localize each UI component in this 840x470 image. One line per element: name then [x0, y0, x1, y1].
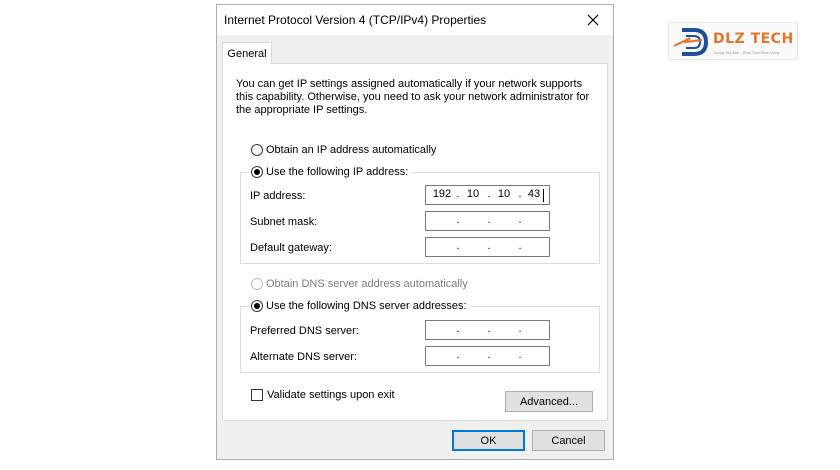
radio-obtain-ip-auto-label: Obtain an IP address automatically — [266, 144, 437, 156]
octet-separator: . — [487, 214, 491, 226]
radio-obtain-dns-auto: Obtain DNS server address automatically — [251, 278, 468, 290]
octet-separator: . — [518, 240, 522, 252]
dns-server-group: Use the following DNS server addresses: … — [240, 300, 600, 373]
validate-settings-checkbox-row[interactable]: Validate settings upon exit — [251, 389, 395, 401]
text-caret — [543, 189, 544, 202]
ip-octet-2: 10 — [466, 188, 480, 200]
radio-button — [251, 278, 263, 290]
close-icon — [587, 14, 599, 26]
window-title: Internet Protocol Version 4 (TCP/IPv4) P… — [224, 13, 487, 27]
octet-separator: . — [456, 240, 460, 252]
advanced-button-label: Advanced... — [519, 395, 579, 408]
alternate-dns-label: Alternate DNS server: — [250, 351, 357, 363]
advanced-button[interactable]: Advanced... — [505, 391, 593, 412]
description-text: You can get IP settings assigned automat… — [236, 78, 590, 116]
ok-button-label: OK — [480, 434, 497, 447]
alternate-dns-input[interactable]: . . . — [425, 346, 550, 366]
radio-obtain-ip-auto[interactable]: Obtain an IP address automatically — [251, 144, 436, 156]
octet-separator: . — [487, 349, 491, 361]
radio-button[interactable] — [251, 144, 263, 156]
tab-general-label: General — [227, 47, 267, 60]
dlz-logo-icon — [673, 28, 709, 56]
subnet-mask-input[interactable]: . . . — [425, 211, 550, 231]
title-bar[interactable]: Internet Protocol Version 4 (TCP/IPv4) P… — [217, 5, 613, 35]
octet-separator: . — [487, 323, 491, 335]
radio-use-following-ip[interactable]: Use the following IP address: — [251, 166, 413, 178]
validate-settings-label: Validate settings upon exit — [267, 389, 395, 401]
octet-separator: . — [518, 323, 522, 335]
ip-address-input[interactable]: 192 . 10 . 10 . 43 — [425, 185, 550, 205]
logo-tagline: Tuong Tac Moi - Phat Trien Ben Vung — [713, 50, 780, 55]
radio-use-following-dns[interactable]: Use the following DNS server addresses: — [251, 300, 471, 312]
preferred-dns-input[interactable]: . . . — [425, 320, 550, 340]
dlz-tech-logo: DLZ TECH Tuong Tac Moi - Phat Trien Ben … — [668, 22, 798, 60]
octet-separator: . — [456, 214, 460, 226]
default-gateway-label: Default gateway: — [250, 242, 332, 254]
subnet-mask-label: Subnet mask: — [250, 216, 318, 228]
validate-settings-checkbox[interactable] — [251, 389, 263, 401]
radio-use-following-ip-label: Use the following IP address: — [266, 166, 409, 178]
ok-button[interactable]: OK — [452, 430, 525, 451]
ip-address-group: Use the following IP address: IP address… — [240, 166, 600, 264]
logo-text: DLZ TECH — [713, 31, 794, 47]
ip-octet-3: 10 — [497, 188, 511, 200]
octet-separator: . — [518, 214, 522, 226]
ip-octet-1: 192 — [432, 188, 452, 200]
radio-button[interactable] — [251, 166, 263, 178]
radio-obtain-dns-auto-label: Obtain DNS server address automatically — [266, 278, 468, 290]
tab-general[interactable]: General — [222, 42, 272, 64]
octet-separator: . — [456, 349, 460, 361]
preferred-dns-label: Preferred DNS server: — [250, 325, 359, 337]
radio-button[interactable] — [251, 300, 263, 312]
octet-separator: . — [518, 349, 522, 361]
close-button[interactable] — [573, 5, 613, 35]
octet-separator: . — [487, 240, 491, 252]
default-gateway-input[interactable]: . . . — [425, 237, 550, 257]
cancel-button[interactable]: Cancel — [532, 430, 605, 451]
octet-separator: . — [456, 323, 460, 335]
ipv4-properties-dialog: Internet Protocol Version 4 (TCP/IPv4) P… — [216, 4, 614, 460]
radio-use-following-dns-label: Use the following DNS server addresses: — [266, 300, 467, 312]
general-panel: You can get IP settings assigned automat… — [222, 63, 608, 421]
cancel-button-label: Cancel — [551, 434, 586, 447]
ip-address-label: IP address: — [250, 190, 306, 202]
